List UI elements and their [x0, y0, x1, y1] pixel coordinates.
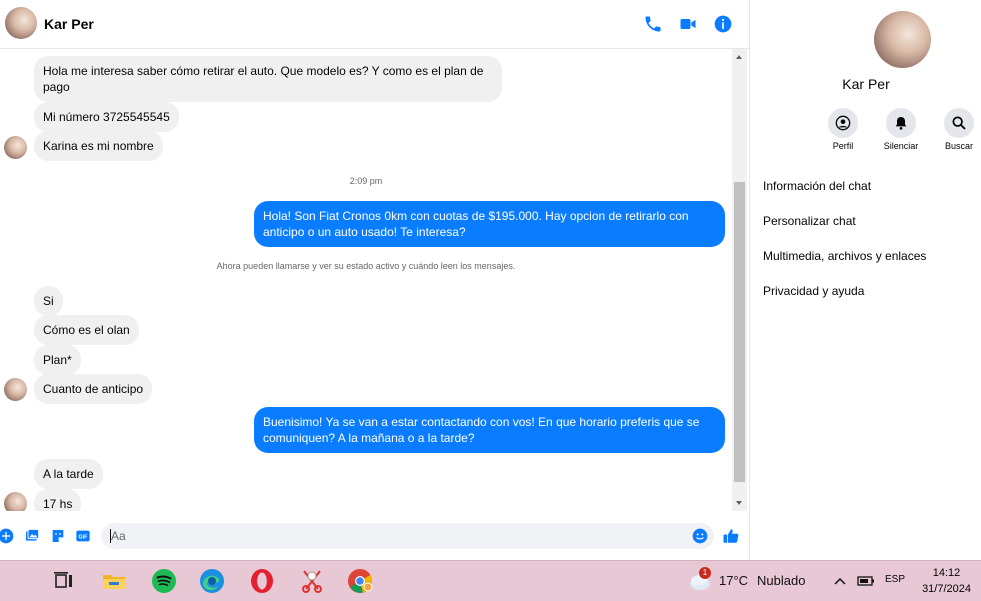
clock-time: 14:12	[932, 567, 961, 579]
taskbar: 1 17°C Nublado ESP 14:12 31/7/2024	[0, 560, 981, 601]
message-outgoing[interactable]: Hola! Son Fiat Cronos 0km con cuotas de …	[254, 201, 725, 247]
mute-action[interactable]: Silenciar	[871, 108, 931, 151]
mute-action-label: Silenciar	[883, 141, 919, 151]
chevron-up-icon[interactable]	[833, 575, 847, 587]
option-chat-info[interactable]: Información del chat	[763, 179, 871, 193]
spotify-icon[interactable]	[150, 567, 178, 595]
clock-date: 31/7/2024	[922, 583, 971, 595]
profile-name: Kar Per	[842, 76, 890, 92]
scrollbar-thumb[interactable]	[734, 182, 745, 482]
option-customize-chat[interactable]: Personalizar chat	[763, 214, 856, 228]
message-scrollbar[interactable]	[732, 49, 747, 511]
snipping-tool-icon[interactable]	[298, 567, 326, 595]
temperature-text: 17°C	[719, 573, 749, 588]
message-incoming[interactable]: Karina es mi nombre	[34, 131, 163, 161]
chat-header: Kar Per	[0, 0, 749, 49]
file-explorer-icon[interactable]	[100, 567, 128, 595]
sticker-icon[interactable]	[50, 528, 66, 544]
search-action[interactable]: Buscar	[929, 108, 981, 151]
chrome-icon[interactable]	[346, 567, 374, 595]
profile-action[interactable]: Perfil	[813, 108, 873, 151]
profile-avatar[interactable]	[874, 11, 931, 68]
profile-action-label: Perfil	[832, 141, 854, 151]
message-list[interactable]: Hola me interesa saber cómo retirar el a…	[0, 49, 732, 511]
message-incoming[interactable]: A la tarde	[34, 459, 103, 489]
sender-avatar	[4, 378, 27, 401]
scroll-up-icon[interactable]	[736, 55, 742, 59]
svg-text:GIF: GIF	[79, 535, 89, 541]
sender-avatar	[4, 136, 27, 159]
message-incoming[interactable]: Si	[34, 286, 63, 316]
profile-icon	[835, 115, 851, 131]
timestamp: 2:09 pm	[349, 176, 383, 186]
message-incoming[interactable]: Cuanto de anticipo	[34, 374, 153, 404]
message-input[interactable]: Aa	[101, 523, 714, 549]
contact-avatar[interactable]	[5, 7, 37, 39]
weather-badge: 1	[699, 567, 711, 579]
search-action-label: Buscar	[944, 141, 973, 151]
chat-details-sidebar: Kar Per Perfil Silenciar Buscar Informac…	[749, 0, 981, 560]
search-icon	[952, 116, 966, 130]
message-incoming[interactable]: Mi número 3725545545	[34, 102, 179, 132]
video-call-icon[interactable]	[678, 14, 698, 34]
like-icon[interactable]	[722, 527, 740, 545]
clock[interactable]: 14:12 31/7/2024	[922, 565, 971, 597]
edge-browser-icon[interactable]	[198, 567, 226, 595]
info-icon[interactable]	[713, 14, 733, 34]
message-outgoing[interactable]: Buenisimo! Ya se van a estar contactando…	[254, 407, 725, 453]
system-notice: Ahora pueden llamarse y ver su estado ac…	[216, 261, 516, 271]
weather-widget[interactable]: 1 17°C Nublado	[686, 561, 816, 601]
contact-name[interactable]: Kar Per	[44, 16, 94, 32]
weather-condition-text: Nublado	[757, 573, 806, 588]
message-incoming[interactable]: Plan*	[34, 345, 81, 375]
message-input-placeholder: Aa	[111, 529, 126, 543]
task-view-icon[interactable]	[50, 567, 78, 595]
message-incoming[interactable]: 17 hs	[34, 489, 82, 511]
gif-icon[interactable]: GIF	[75, 528, 91, 544]
option-media-files-links[interactable]: Multimedia, archivos y enlaces	[763, 249, 926, 263]
opera-icon[interactable]	[248, 567, 276, 595]
scroll-down-icon[interactable]	[736, 501, 742, 505]
language-indicator[interactable]: ESP	[885, 574, 905, 585]
gallery-icon[interactable]	[24, 528, 40, 544]
phone-icon[interactable]	[643, 14, 663, 34]
bell-icon	[895, 117, 907, 130]
emoji-icon[interactable]	[692, 528, 708, 544]
chat-panel: Kar Per Hola me interesa saber cómo reti…	[0, 0, 749, 560]
composer-bar: GIF Aa	[0, 515, 749, 559]
message-incoming[interactable]: Hola me interesa saber cómo retirar el a…	[34, 56, 502, 102]
message-incoming[interactable]: Cómo es el olan	[34, 315, 139, 345]
plus-icon[interactable]	[0, 528, 14, 544]
battery-icon[interactable]	[857, 574, 875, 588]
option-privacy-help[interactable]: Privacidad y ayuda	[763, 284, 864, 298]
sender-avatar	[4, 492, 27, 511]
